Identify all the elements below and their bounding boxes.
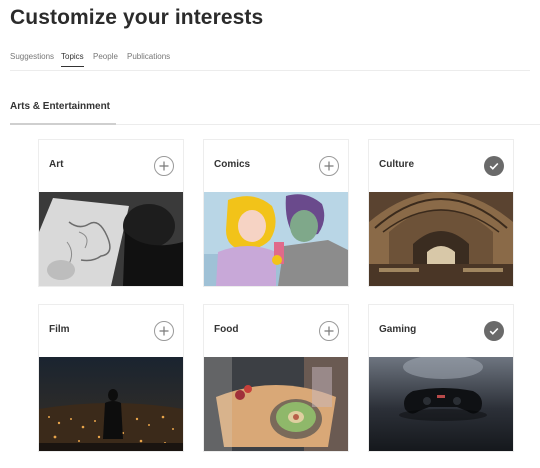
- topic-label: Gaming: [379, 324, 417, 335]
- follow-toggle-art[interactable]: [154, 156, 174, 176]
- topic-label: Comics: [214, 159, 251, 170]
- tab-publications[interactable]: Publications: [127, 52, 170, 66]
- topic-image-culture: [369, 192, 513, 286]
- tab-topics[interactable]: Topics: [61, 52, 84, 67]
- follow-toggle-food[interactable]: [319, 321, 339, 341]
- plus-icon: [159, 161, 169, 171]
- topic-nav: Suggestions Topics People Publications: [10, 52, 530, 71]
- topic-card-food[interactable]: Food: [203, 304, 349, 452]
- follow-toggle-gaming[interactable]: [484, 321, 504, 341]
- topic-image-art: [39, 192, 183, 286]
- topic-image-food: [204, 357, 348, 451]
- plus-icon: [324, 326, 334, 336]
- follow-toggle-comics[interactable]: [319, 156, 339, 176]
- topic-card-art[interactable]: Art: [38, 139, 184, 287]
- topic-image-gaming: [369, 357, 513, 451]
- topic-label: Culture: [379, 159, 414, 170]
- plus-icon: [159, 326, 169, 336]
- section-title: Arts & Entertainment: [10, 101, 111, 112]
- follow-toggle-film[interactable]: [154, 321, 174, 341]
- topic-label: Film: [49, 324, 70, 335]
- topic-image-comics: [204, 192, 348, 286]
- tab-people[interactable]: People: [93, 52, 118, 66]
- topic-card-film[interactable]: Film: [38, 304, 184, 452]
- page-title: Customize your interests: [10, 6, 264, 29]
- section-underline: [10, 123, 116, 125]
- topic-card-gaming[interactable]: Gaming: [368, 304, 514, 452]
- check-icon: [489, 162, 499, 170]
- topic-card-culture[interactable]: Culture: [368, 139, 514, 287]
- plus-icon: [324, 161, 334, 171]
- follow-toggle-culture[interactable]: [484, 156, 504, 176]
- topic-card-comics[interactable]: Comics: [203, 139, 349, 287]
- topic-image-film: [39, 357, 183, 451]
- tab-suggestions[interactable]: Suggestions: [10, 52, 54, 66]
- check-icon: [489, 327, 499, 335]
- topic-label: Food: [214, 324, 239, 335]
- topic-label: Art: [49, 159, 64, 170]
